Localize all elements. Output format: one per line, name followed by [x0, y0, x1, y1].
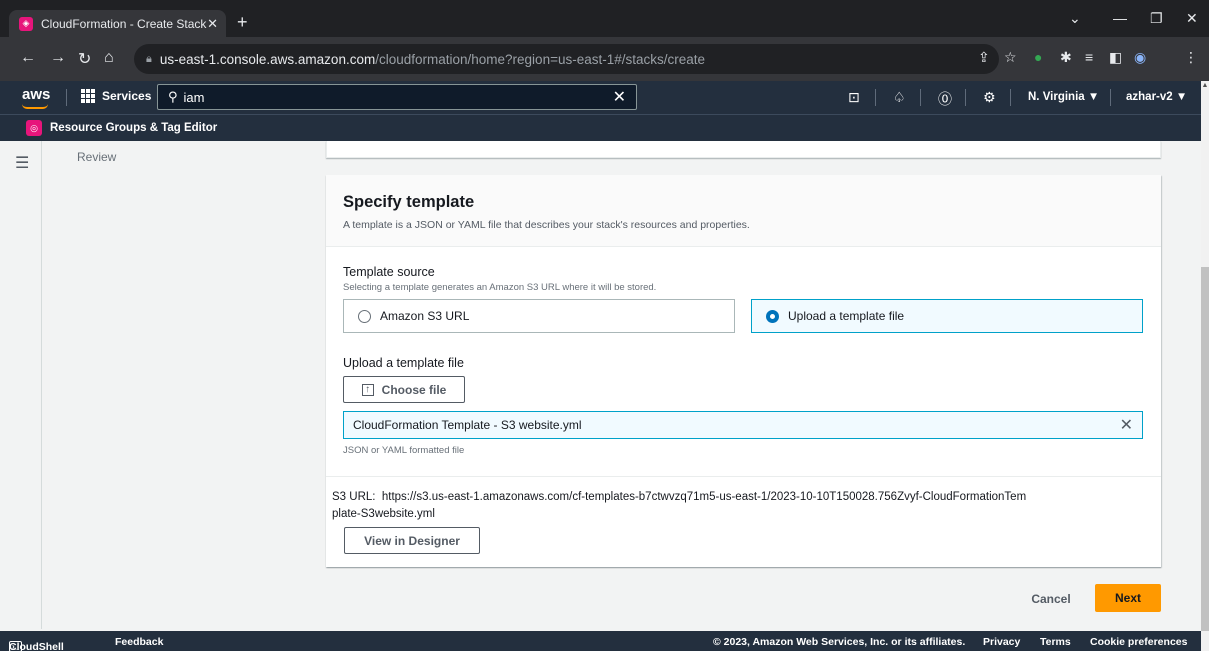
address-bar[interactable]: 🔒︎ us-east-1.console.aws.amazon.com /clo…: [134, 44, 999, 74]
aws-smile-icon: [22, 104, 48, 109]
cloudshell-icon[interactable]: ⊡: [848, 89, 860, 106]
choose-file-label: Choose file: [381, 382, 447, 397]
share-icon[interactable]: ⇪: [978, 49, 990, 66]
profile-avatar-icon[interactable]: ◉: [1134, 49, 1146, 66]
footer-terms[interactable]: Terms: [1040, 636, 1071, 648]
radio-upload-template[interactable]: [766, 309, 779, 323]
radio-s3-url[interactable]: [358, 309, 371, 323]
notifications-bell-icon[interactable]: ♤: [893, 89, 906, 106]
aws-top-nav: aws Services ⚲ ✕ ⊡ ♤ ⓪ ⚙ N. Virginia ▼ a…: [0, 81, 1201, 114]
favorite-resource-groups[interactable]: Resource Groups & Tag Editor: [50, 122, 217, 134]
s3-url-prefix: S3 URL:: [332, 491, 376, 503]
services-label: Services: [102, 89, 152, 103]
help-icon[interactable]: ⓪: [938, 89, 952, 109]
s3-url-text: S3 URL: https://s3.us-east-1.amazonaws.c…: [332, 489, 1032, 523]
remove-file-icon[interactable]: ✕: [1120, 415, 1133, 435]
nav-divider: [1010, 89, 1011, 106]
minimize-icon[interactable]: —: [1113, 10, 1127, 26]
cloudformation-favicon-icon: ◈: [19, 16, 33, 31]
card-title: Specify template: [343, 193, 475, 211]
url-path: /cloudformation/home?region=us-east-1#/s…: [375, 51, 706, 67]
back-icon[interactable]: ←: [20, 49, 36, 67]
url-host: us-east-1.console.aws.amazon.com: [159, 51, 376, 67]
upload-file-label: Upload a template file: [343, 356, 464, 370]
services-menu-button[interactable]: Services: [81, 89, 151, 103]
section-divider: [326, 476, 1161, 477]
footer-feedback[interactable]: Feedback: [115, 636, 163, 648]
resource-groups-icon: ◎: [26, 120, 42, 136]
aws-logo-text: aws: [22, 86, 51, 103]
favorites-bar: ◎ Resource Groups & Tag Editor: [0, 114, 1201, 141]
new-tab-button[interactable]: +: [237, 13, 248, 31]
choose-file-button[interactable]: ↑ Choose file: [343, 376, 465, 403]
option-amazon-s3-url[interactable]: Amazon S3 URL: [343, 299, 735, 333]
services-grid-icon: [81, 89, 95, 103]
window-close-icon[interactable]: ✕: [1186, 10, 1198, 27]
bookmark-star-icon[interactable]: ☆: [1004, 49, 1017, 66]
browser-tab-strip: ◈ CloudFormation - Create Stack ✕ + ⌄ — …: [0, 0, 1209, 37]
card-description: A template is a JSON or YAML file that d…: [343, 219, 750, 231]
nav-divider: [66, 89, 67, 106]
settings-gear-icon[interactable]: ⚙: [983, 89, 996, 106]
restore-icon[interactable]: ❐: [1150, 10, 1163, 27]
s3-url-value: https://s3.us-east-1.amazonaws.com/cf-te…: [332, 491, 1027, 520]
specify-template-card: Specify template A template is a JSON or…: [326, 175, 1161, 567]
home-icon[interactable]: ⌂: [104, 49, 114, 67]
tab-close-icon[interactable]: ✕: [207, 16, 218, 32]
extensions-puzzle-icon[interactable]: ✱: [1060, 49, 1072, 66]
upload-icon: ↑: [361, 383, 374, 396]
nav-divider: [1110, 89, 1111, 106]
option-upload-template[interactable]: Upload a template file: [751, 299, 1143, 333]
card-header: Specify template A template is a JSON or…: [326, 175, 1161, 247]
hamburger-menu-icon[interactable]: ☰: [15, 153, 29, 173]
browser-menu-icon[interactable]: ⋮: [1184, 49, 1198, 66]
scroll-up-arrow-icon[interactable]: ▲: [1201, 82, 1209, 89]
file-format-hint: JSON or YAML formatted file: [343, 445, 465, 456]
browser-tab[interactable]: ◈ CloudFormation - Create Stack ✕: [9, 10, 226, 37]
side-panel-icon[interactable]: ◧: [1109, 49, 1122, 66]
account-menu[interactable]: azhar-v2 ▼: [1126, 91, 1187, 103]
console-footer: ›_ CloudShell Feedback © 2023, Amazon Web…: [0, 631, 1201, 651]
prerequisite-card: [326, 141, 1161, 158]
browser-toolbar: ← → ↻ ⌂ 🔒︎ us-east-1.console.aws.amazon.…: [0, 37, 1209, 81]
tab-search-icon[interactable]: ⌄: [1069, 10, 1081, 27]
side-navigation-rail: ☰: [0, 141, 42, 629]
forward-icon[interactable]: →: [50, 49, 66, 67]
search-box[interactable]: ⚲ ✕: [157, 84, 637, 110]
region-selector[interactable]: N. Virginia ▼: [1028, 91, 1099, 103]
clear-search-icon[interactable]: ✕: [613, 87, 626, 107]
selected-file-name: CloudFormation Template - S3 website.yml: [353, 418, 582, 432]
footer-cookie-preferences[interactable]: Cookie preferences: [1090, 636, 1187, 648]
next-button[interactable]: Next: [1095, 584, 1161, 612]
view-in-designer-button[interactable]: View in Designer: [344, 527, 480, 554]
option-s3-label: Amazon S3 URL: [380, 309, 470, 323]
template-source-label: Template source: [343, 265, 435, 279]
footer-copyright: © 2023, Amazon Web Services, Inc. or its…: [713, 636, 966, 648]
selected-file-field: CloudFormation Template - S3 website.yml…: [343, 411, 1143, 439]
option-upload-label: Upload a template file: [788, 309, 905, 323]
page-scrollbar-thumb[interactable]: [1201, 267, 1209, 631]
template-source-description: Selecting a template generates an Amazon…: [343, 282, 657, 293]
footer-privacy[interactable]: Privacy: [983, 636, 1020, 648]
aws-logo[interactable]: aws: [22, 86, 51, 109]
grammarly-extension-icon[interactable]: ●: [1034, 49, 1042, 65]
nav-divider: [920, 89, 921, 106]
tab-title: CloudFormation - Create Stack: [41, 16, 207, 31]
wizard-step-review[interactable]: Review: [77, 150, 116, 164]
reload-icon[interactable]: ↻: [78, 49, 91, 69]
search-icon: ⚲: [168, 89, 178, 104]
footer-cloudshell-label: CloudShell: [9, 641, 64, 651]
lock-icon: 🔒︎: [146, 52, 152, 65]
search-input[interactable]: [183, 89, 613, 105]
reading-list-icon[interactable]: ≡: [1085, 49, 1093, 65]
nav-divider: [875, 89, 876, 106]
nav-divider: [965, 89, 966, 106]
cancel-button[interactable]: Cancel: [1020, 586, 1082, 611]
